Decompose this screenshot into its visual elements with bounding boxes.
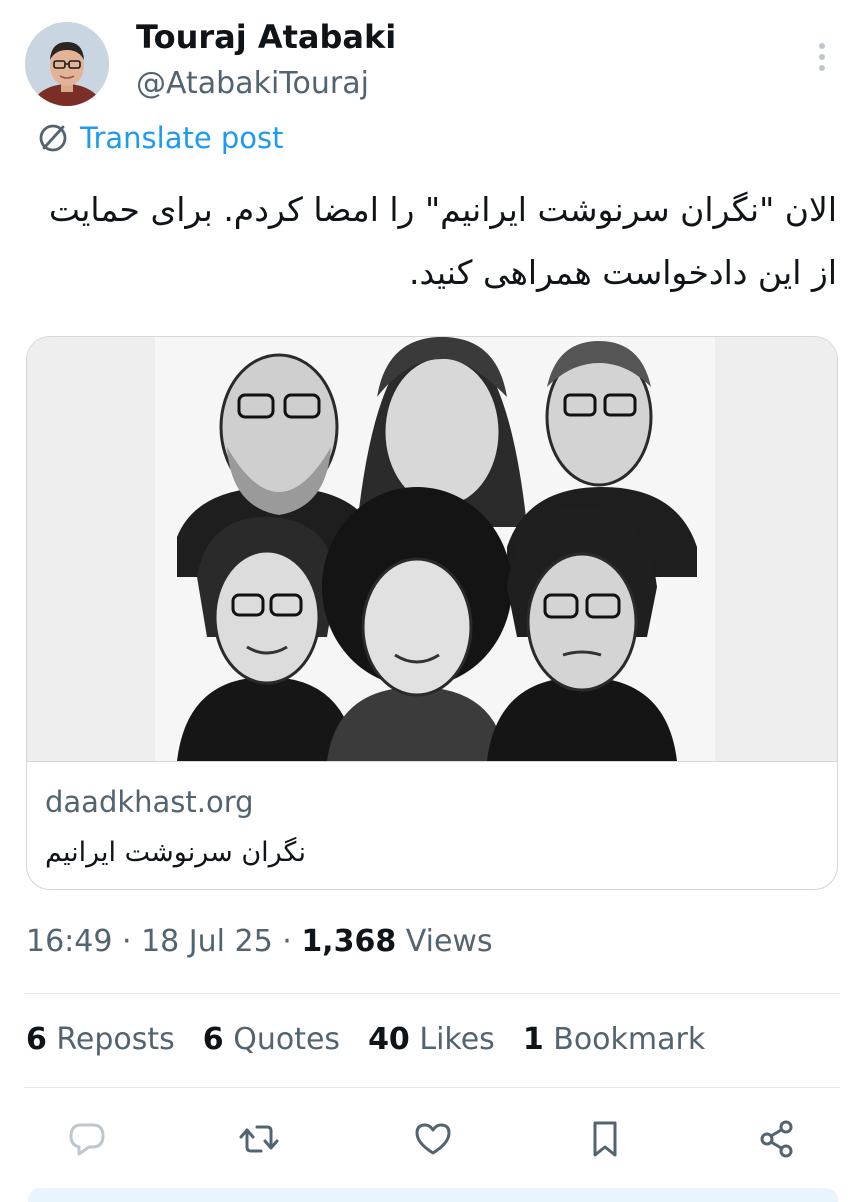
quotes-stat[interactable]: 6 Quotes — [203, 1022, 340, 1057]
post-time[interactable]: 16:49 — [26, 924, 112, 959]
translate-post-link[interactable]: Translate post — [36, 118, 284, 158]
reposts-label: Reposts — [56, 1022, 175, 1057]
likes-stat[interactable]: 40 Likes — [368, 1022, 495, 1057]
likes-count: 40 — [368, 1022, 410, 1057]
bookmarks-stat[interactable]: 1 Bookmark — [523, 1022, 705, 1057]
bookmark-icon — [593, 1121, 617, 1157]
post-meta: 16:49 · 18 Jul 25 · 1,368 Views — [26, 924, 493, 959]
divider — [24, 993, 840, 994]
post-text: الان "نگران سرنوشت ایرانیم" را امضا کردم… — [48, 190, 837, 292]
reply-icon — [69, 1123, 105, 1156]
portrait-bottom-middle — [322, 487, 512, 761]
quotes-label: Quotes — [233, 1022, 341, 1057]
reposts-count: 6 — [26, 1022, 47, 1057]
views-count: 1,368 — [301, 924, 397, 959]
author-name[interactable]: Touraj Atabaki — [136, 18, 396, 56]
card-domain: daadkhast.org — [45, 785, 254, 819]
reply-button[interactable] — [60, 1112, 114, 1166]
card-image — [27, 337, 837, 762]
likes-label: Likes — [419, 1022, 495, 1057]
avatar[interactable] — [25, 22, 109, 106]
post-date[interactable]: 18 Jul 25 — [141, 924, 273, 959]
translate-icon — [39, 124, 67, 152]
quotes-count: 6 — [202, 1022, 224, 1057]
card-title: نگران سرنوشت ایرانیم — [45, 837, 306, 868]
bookmark-button[interactable] — [578, 1112, 632, 1166]
views-label: Views — [405, 924, 493, 959]
repost-icon — [239, 1125, 279, 1153]
share-icon — [760, 1120, 793, 1158]
more-options-button[interactable] — [800, 36, 844, 80]
author-handle[interactable]: @AtabakiTouraj — [136, 66, 369, 101]
translate-label: Translate post — [80, 121, 284, 155]
more-vertical-icon — [819, 43, 825, 71]
like-button[interactable] — [406, 1112, 460, 1166]
portraits-illustration — [27, 337, 837, 761]
like-icon — [415, 1123, 451, 1155]
divider — [24, 1087, 840, 1088]
link-card[interactable]: daadkhast.org نگران سرنوشت ایرانیم — [26, 336, 838, 890]
repost-button[interactable] — [232, 1112, 286, 1166]
bookmarks-count: 1 — [522, 1022, 544, 1057]
engagement-stats: 6 Reposts 6 Quotes 40 Likes 1 Bookmark — [26, 1022, 705, 1057]
bookmarks-label: Bookmark — [553, 1022, 706, 1057]
avatar-photo — [25, 22, 109, 106]
reposts-stat[interactable]: 6 Reposts — [26, 1022, 175, 1057]
share-button[interactable] — [750, 1112, 804, 1166]
